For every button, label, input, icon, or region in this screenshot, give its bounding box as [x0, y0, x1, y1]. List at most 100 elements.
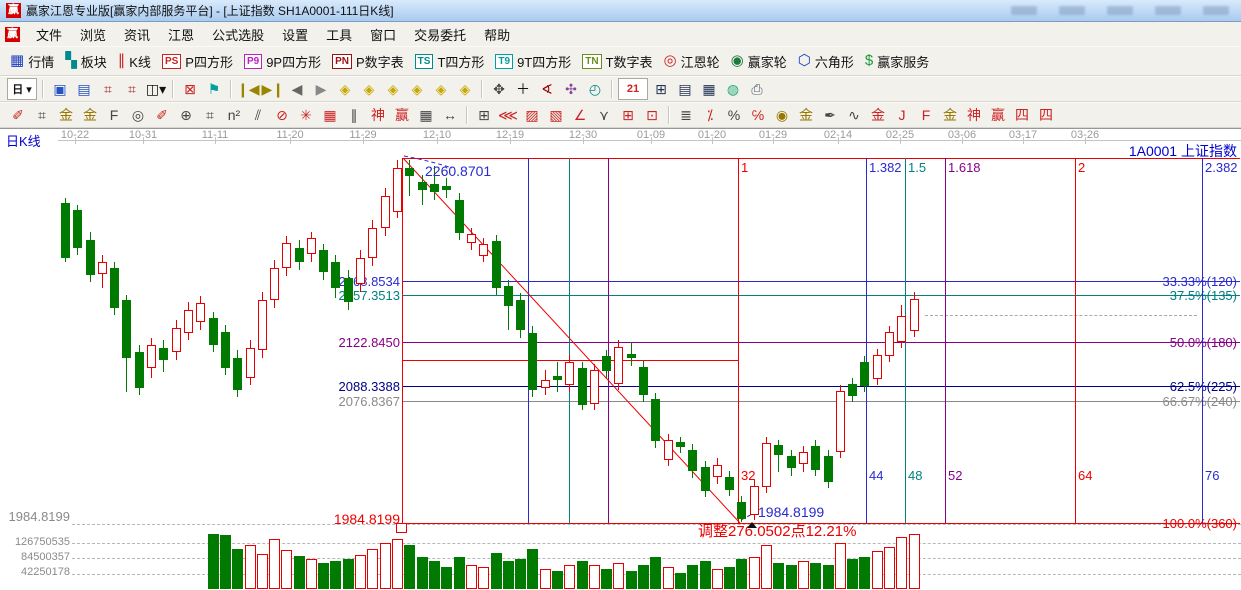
win-grid-icon[interactable]: 赢	[391, 105, 413, 125]
toolbar-button-p-number-table[interactable]: PNP数字表	[332, 52, 404, 71]
toolbar-button-p-square[interactable]: PSP四方形	[162, 52, 233, 71]
gold-square-2-icon[interactable]: 金	[79, 105, 101, 125]
zoom-right-icon[interactable]: ◈	[358, 79, 380, 99]
toolbar-button-9t-square[interactable]: T99T四方形	[495, 52, 571, 71]
color-flag-icon[interactable]: ⚑	[203, 79, 225, 99]
ruler-grid-icon[interactable]: ▦	[415, 105, 437, 125]
save-icon[interactable]: ▦	[698, 79, 720, 99]
pencil-angle-icon[interactable]: ✐	[151, 105, 173, 125]
toolbar-button-sectors[interactable]: ▚板块	[65, 52, 107, 71]
toolbar-button-winner-service[interactable]: $赢家服务	[865, 52, 929, 71]
chart-3-icon[interactable]: ⌗	[97, 79, 119, 99]
toolbar-button-winner-wheel[interactable]: ◉赢家轮	[731, 52, 787, 71]
menu-item-4[interactable]: 公式选股	[203, 23, 273, 46]
print-icon[interactable]: ⎙	[746, 79, 768, 99]
j-angle-icon[interactable]: J	[891, 105, 913, 125]
zoom-narrow-icon[interactable]: ◈	[406, 79, 428, 99]
grid-small-icon[interactable]: ⌗	[199, 105, 221, 125]
calculator-icon[interactable]: ⊞	[650, 79, 672, 99]
check-lines-icon[interactable]: ⋎	[593, 105, 615, 125]
grid-red-icon[interactable]: ⊞	[617, 105, 639, 125]
p-square-icon: PS	[162, 54, 181, 69]
pattern-tool-icon[interactable]: ⊠	[179, 79, 201, 99]
shen-angle-icon[interactable]: 神	[963, 105, 985, 125]
n-square-icon[interactable]: n²	[223, 105, 245, 125]
zoom-all-icon[interactable]: ◈	[430, 79, 452, 99]
compass-target-icon[interactable]: ⊘	[271, 105, 293, 125]
shen-grid-icon[interactable]: 神	[367, 105, 389, 125]
double-bar-icon[interactable]: ∥	[343, 105, 365, 125]
t-square-icon: TS	[415, 54, 434, 69]
chart-area[interactable]	[0, 128, 1241, 590]
percent-line-icon[interactable]: ℅	[747, 105, 769, 125]
calendar-icon[interactable]: 21	[618, 78, 648, 100]
ink-angle-icon[interactable]: ✒	[819, 105, 841, 125]
win-angle-icon[interactable]: 赢	[987, 105, 1009, 125]
chart-9-icon[interactable]: ⌗	[121, 79, 143, 99]
gold-square-icon[interactable]: 金	[55, 105, 77, 125]
zoom-wide-icon[interactable]: ◈	[382, 79, 404, 99]
toolbar-button-t-square[interactable]: TST四方形	[415, 52, 485, 71]
pencil-icon[interactable]: ✐	[7, 105, 29, 125]
box-fan-2-icon[interactable]: ▧	[545, 105, 567, 125]
menu-item-6[interactable]: 工具	[317, 23, 361, 46]
menu-item-7[interactable]: 窗口	[361, 23, 405, 46]
gold-angle-icon[interactable]: 金	[939, 105, 961, 125]
width-measure-icon[interactable]: ↔	[439, 105, 461, 125]
f-angle-icon[interactable]: F	[915, 105, 937, 125]
menu-item-3[interactable]: 江恩	[159, 23, 203, 46]
candle-style-icon[interactable]: ◫▾	[145, 79, 167, 99]
wave-icon[interactable]: ∿	[843, 105, 865, 125]
toolbar-button-gann-wheel[interactable]: ◎江恩轮	[664, 52, 720, 71]
star-grid-icon[interactable]: ✳	[295, 105, 317, 125]
menu-item-0[interactable]: 文件	[27, 23, 71, 46]
zoom-fit-icon[interactable]: ◈	[454, 79, 476, 99]
f-tool-icon[interactable]: F	[103, 105, 125, 125]
gann-shape-icon[interactable]: ◴	[584, 79, 606, 99]
last-page-icon[interactable]: ▶❙	[262, 79, 285, 99]
gold-circle-icon[interactable]: ◉	[771, 105, 793, 125]
crosshair-icon[interactable]: ＋	[512, 79, 534, 99]
gold-lines-icon[interactable]: 金	[795, 105, 817, 125]
four-lines-icon[interactable]: 四	[1035, 105, 1057, 125]
percent-icon[interactable]: %	[723, 105, 745, 125]
window-view-icon[interactable]: ▣	[49, 79, 71, 99]
hexagon-label: 六角形	[815, 52, 854, 71]
steps-icon[interactable]: ≣	[675, 105, 697, 125]
menu-item-5[interactable]: 设置	[273, 23, 317, 46]
spiral-icon[interactable]: ◎	[127, 105, 149, 125]
gold-red-icon[interactable]: 金	[867, 105, 889, 125]
drag-hand-icon[interactable]: ✥	[488, 79, 510, 99]
fan-lines-icon[interactable]: ∠	[569, 105, 591, 125]
network-icon[interactable]: ◍	[722, 79, 744, 99]
menu-item-9[interactable]: 帮助	[475, 23, 519, 46]
winner-wheel-label: 赢家轮	[748, 52, 787, 71]
zoom-left-icon[interactable]: ◈	[334, 79, 356, 99]
gann-grid-icon[interactable]: ⌗	[31, 105, 53, 125]
menu-item-2[interactable]: 资讯	[115, 23, 159, 46]
first-page-icon[interactable]: ❙◀	[237, 79, 260, 99]
toolbar-button-9p-square[interactable]: P99P四方形	[244, 52, 321, 71]
notes-icon[interactable]: ▤	[674, 79, 696, 99]
toolbar-button-quotes[interactable]: ▦行情	[10, 52, 54, 71]
period-select-icon[interactable]: 日 ▾	[7, 78, 37, 100]
grid-red-2-icon[interactable]: ⊡	[641, 105, 663, 125]
page-back-icon[interactable]: ◀	[286, 79, 308, 99]
red-fan-icon[interactable]: ⋘	[497, 105, 519, 125]
four-angle-icon[interactable]: 四	[1011, 105, 1033, 125]
quote-list-icon[interactable]: ▤	[73, 79, 95, 99]
angle-measure-icon[interactable]: ∢	[536, 79, 558, 99]
percent-strike-icon[interactable]: ⁒	[699, 105, 721, 125]
toolbar-button-kline[interactable]: ∥K线	[118, 52, 151, 71]
toolbar-button-t-number-table[interactable]: TNT数字表	[582, 52, 652, 71]
psych-tool-icon[interactable]: ✣	[560, 79, 582, 99]
menu-item-1[interactable]: 浏览	[71, 23, 115, 46]
box-grid-icon[interactable]: ▦	[319, 105, 341, 125]
box-fan-icon[interactable]: ▨	[521, 105, 543, 125]
circle-gauge-icon[interactable]: ⊕	[175, 105, 197, 125]
box-tool-icon[interactable]: ⊞	[473, 105, 495, 125]
toolbar-button-hexagon[interactable]: ⬡六角形	[798, 52, 854, 71]
page-forward-icon[interactable]: ▶	[310, 79, 332, 99]
menu-item-8[interactable]: 交易委托	[405, 23, 475, 46]
mirror-angle-icon[interactable]: ⫽	[247, 105, 269, 125]
